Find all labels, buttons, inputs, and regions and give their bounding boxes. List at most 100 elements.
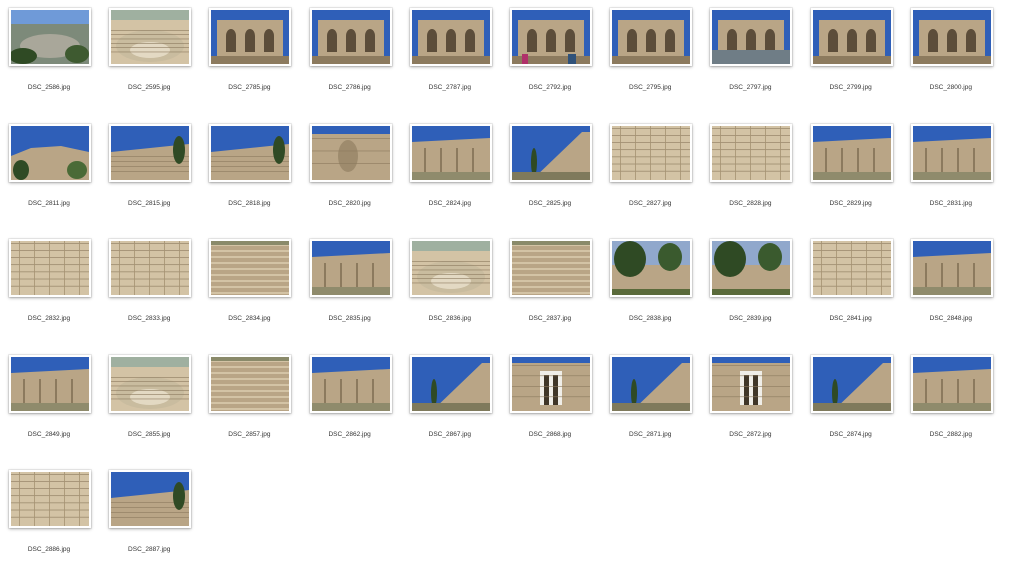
file-name-label[interactable]: DSC_2818.jpg (200, 200, 298, 207)
file-thumbnail[interactable] (109, 470, 192, 528)
file-item[interactable]: DSC_2836.jpg (401, 231, 501, 341)
file-name-label[interactable]: DSC_2871.jpg (601, 431, 699, 438)
file-item[interactable]: DSC_2800.jpg (902, 0, 1002, 110)
file-item[interactable]: DSC_2837.jpg (501, 231, 601, 341)
file-name-label[interactable]: DSC_2833.jpg (100, 315, 198, 322)
file-item[interactable]: DSC_2862.jpg (301, 347, 401, 457)
file-name-label[interactable]: DSC_2862.jpg (301, 431, 399, 438)
file-thumbnail[interactable] (710, 354, 793, 413)
file-name-label[interactable]: DSC_2800.jpg (902, 84, 1000, 91)
file-item[interactable]: DSC_2785.jpg (200, 0, 300, 110)
file-item[interactable]: DSC_2874.jpg (802, 347, 902, 457)
file-item[interactable]: DSC_2841.jpg (802, 231, 902, 341)
file-name-label[interactable]: DSC_2874.jpg (802, 431, 900, 438)
file-thumbnail[interactable] (109, 123, 192, 182)
file-item[interactable]: DSC_2886.jpg (0, 462, 100, 572)
file-name-label[interactable]: DSC_2849.jpg (0, 431, 98, 438)
file-thumbnail[interactable] (9, 123, 91, 182)
file-item[interactable]: DSC_2818.jpg (200, 116, 300, 226)
file-item[interactable]: DSC_2795.jpg (601, 0, 701, 110)
file-thumbnail[interactable] (209, 239, 292, 297)
file-name-label[interactable]: DSC_2799.jpg (802, 84, 900, 91)
file-name-label[interactable]: DSC_2838.jpg (601, 315, 699, 322)
file-item[interactable]: DSC_2838.jpg (601, 231, 701, 341)
file-name-label[interactable]: DSC_2832.jpg (0, 315, 98, 322)
file-thumbnail[interactable] (910, 354, 993, 413)
file-thumbnail[interactable] (510, 239, 592, 297)
file-item[interactable]: DSC_2820.jpg (301, 116, 401, 226)
file-thumbnail[interactable] (209, 354, 292, 413)
file-item[interactable]: DSC_2871.jpg (601, 347, 701, 457)
file-name-label[interactable]: DSC_2835.jpg (301, 315, 399, 322)
file-name-label[interactable]: DSC_2857.jpg (200, 431, 298, 438)
file-thumbnail[interactable] (910, 123, 993, 182)
file-item[interactable]: DSC_2839.jpg (701, 231, 801, 341)
file-name-label[interactable]: DSC_2882.jpg (902, 431, 1000, 438)
file-item[interactable]: DSC_2786.jpg (301, 0, 401, 110)
file-item[interactable]: DSC_2829.jpg (802, 116, 902, 226)
file-item[interactable]: DSC_2797.jpg (701, 0, 801, 110)
file-name-label[interactable]: DSC_2785.jpg (200, 84, 298, 91)
file-name-label[interactable]: DSC_2841.jpg (802, 315, 900, 322)
file-thumbnail[interactable] (810, 8, 893, 66)
file-thumbnail[interactable] (109, 239, 192, 297)
file-name-label[interactable]: DSC_2834.jpg (200, 315, 298, 322)
file-item[interactable]: DSC_2867.jpg (401, 347, 501, 457)
file-thumbnail[interactable] (510, 8, 592, 66)
file-name-label[interactable]: DSC_2836.jpg (401, 315, 499, 322)
file-name-label[interactable]: DSC_2887.jpg (100, 546, 198, 553)
file-thumbnail[interactable] (610, 8, 693, 66)
file-thumbnail[interactable] (510, 123, 592, 182)
file-item[interactable]: DSC_2831.jpg (902, 116, 1002, 226)
file-thumbnail[interactable] (9, 354, 91, 413)
file-item[interactable]: DSC_2824.jpg (401, 116, 501, 226)
file-thumbnail[interactable] (610, 239, 693, 297)
file-thumbnail[interactable] (710, 8, 793, 66)
file-item[interactable]: DSC_2872.jpg (701, 347, 801, 457)
file-name-label[interactable]: DSC_2792.jpg (501, 84, 599, 91)
file-thumbnail[interactable] (710, 123, 793, 182)
file-thumbnail[interactable] (910, 8, 993, 66)
file-name-label[interactable]: DSC_2868.jpg (501, 431, 599, 438)
file-name-label[interactable]: DSC_2827.jpg (601, 200, 699, 207)
file-thumbnail[interactable] (109, 354, 192, 413)
file-item[interactable]: DSC_2827.jpg (601, 116, 701, 226)
file-item[interactable]: DSC_2887.jpg (100, 462, 200, 572)
file-name-label[interactable]: DSC_2886.jpg (0, 546, 98, 553)
file-item[interactable]: DSC_2834.jpg (200, 231, 300, 341)
file-thumbnail[interactable] (409, 354, 492, 413)
file-name-label[interactable]: DSC_2787.jpg (401, 84, 499, 91)
file-name-label[interactable]: DSC_2824.jpg (401, 200, 499, 207)
file-thumbnail[interactable] (810, 354, 893, 413)
file-name-label[interactable]: DSC_2825.jpg (501, 200, 599, 207)
file-thumbnail[interactable] (309, 239, 392, 297)
file-name-label[interactable]: DSC_2586.jpg (0, 84, 98, 91)
file-thumbnail[interactable] (9, 239, 91, 297)
file-thumbnail[interactable] (9, 8, 91, 66)
file-name-label[interactable]: DSC_2839.jpg (701, 315, 799, 322)
file-item[interactable]: DSC_2799.jpg (802, 0, 902, 110)
file-item[interactable]: DSC_2811.jpg (0, 116, 100, 226)
file-thumbnail[interactable] (810, 239, 893, 297)
file-item[interactable]: DSC_2595.jpg (100, 0, 200, 110)
file-name-label[interactable]: DSC_2848.jpg (902, 315, 1000, 322)
file-name-label[interactable]: DSC_2786.jpg (301, 84, 399, 91)
file-thumbnail[interactable] (109, 8, 192, 66)
file-item[interactable]: DSC_2833.jpg (100, 231, 200, 341)
file-item[interactable]: DSC_2792.jpg (501, 0, 601, 110)
file-item[interactable]: DSC_2857.jpg (200, 347, 300, 457)
file-item[interactable]: DSC_2848.jpg (902, 231, 1002, 341)
file-name-label[interactable]: DSC_2831.jpg (902, 200, 1000, 207)
file-name-label[interactable]: DSC_2795.jpg (601, 84, 699, 91)
file-name-label[interactable]: DSC_2855.jpg (100, 431, 198, 438)
file-name-label[interactable]: DSC_2815.jpg (100, 200, 198, 207)
file-thumbnail[interactable] (910, 239, 993, 297)
file-thumbnail[interactable] (610, 123, 693, 182)
file-name-label[interactable]: DSC_2797.jpg (701, 84, 799, 91)
file-name-label[interactable]: DSC_2595.jpg (100, 84, 198, 91)
file-item[interactable]: DSC_2849.jpg (0, 347, 100, 457)
file-name-label[interactable]: DSC_2820.jpg (301, 200, 399, 207)
file-item[interactable]: DSC_2586.jpg (0, 0, 100, 110)
file-item[interactable]: DSC_2835.jpg (301, 231, 401, 341)
file-thumbnail[interactable] (309, 354, 392, 413)
